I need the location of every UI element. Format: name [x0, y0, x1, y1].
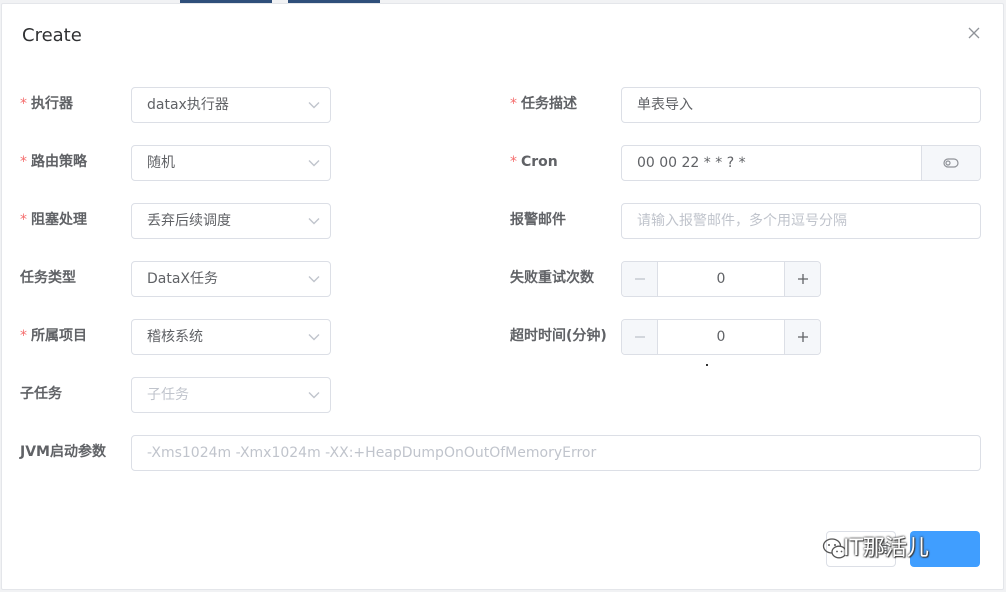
timeout-label: 超时时间(分钟) [510, 328, 607, 344]
task-type-label: 任务类型 [20, 270, 76, 286]
cron-input[interactable]: 00 00 22 * * ? * [621, 145, 981, 181]
route-label: * 路由策略 [20, 154, 87, 170]
cron-label: * Cron [510, 154, 558, 170]
subtask-select[interactable]: 子任务 [131, 377, 331, 413]
retry-stepper[interactable]: 0 [621, 261, 821, 297]
cron-generator-button[interactable] [921, 146, 980, 180]
jvm-placeholder: -Xms1024m -Xmx1024m -XX:+HeapDumpOnOutOf… [147, 445, 597, 461]
dialog-title: Create [22, 25, 82, 46]
task-type-select[interactable]: DataX任务 [131, 261, 331, 297]
project-value: 稽核系统 [147, 329, 203, 345]
block-select[interactable]: 丢弃后续调度 [131, 203, 331, 239]
cron-value: 00 00 22 * * ? * [637, 155, 746, 171]
alarm-placeholder: 请输入报警邮件，多个用逗号分隔 [637, 213, 847, 229]
plus-icon [797, 332, 808, 342]
alarm-label: 报警邮件 [510, 212, 566, 228]
chevron-down-icon [308, 218, 320, 225]
timeout-increment-button[interactable] [784, 320, 820, 354]
desc-input[interactable]: 单表导入 [621, 87, 981, 123]
route-select[interactable]: 随机 [131, 145, 331, 181]
minus-icon [634, 278, 645, 280]
close-icon [968, 27, 980, 39]
route-value: 随机 [147, 155, 175, 171]
desc-value: 单表导入 [637, 97, 693, 113]
project-select[interactable]: 稽核系统 [131, 319, 331, 355]
minus-icon [634, 336, 645, 338]
jvm-label: JVM启动参数 [20, 444, 106, 460]
task-type-value: DataX任务 [147, 271, 219, 287]
chevron-down-icon [308, 392, 320, 399]
close-button[interactable] [960, 19, 988, 47]
timeout-stepper[interactable]: 0 [621, 319, 821, 355]
subtask-placeholder: 子任务 [147, 387, 189, 403]
retry-decrement-button[interactable] [622, 262, 658, 296]
retry-value[interactable]: 0 [658, 262, 784, 296]
subtask-label: 子任务 [20, 386, 62, 402]
chevron-down-icon [308, 102, 320, 109]
timeout-value[interactable]: 0 [658, 320, 784, 354]
timeout-decrement-button[interactable] [622, 320, 658, 354]
desc-label: * 任务描述 [510, 96, 577, 112]
retry-label: 失败重试次数 [510, 270, 594, 286]
alarm-input[interactable]: 请输入报警邮件，多个用逗号分隔 [621, 203, 981, 239]
stray-dot [706, 364, 708, 366]
executor-select[interactable]: datax执行器 [131, 87, 331, 123]
toggle-icon [943, 158, 959, 168]
jvm-input[interactable]: -Xms1024m -Xmx1024m -XX:+HeapDumpOnOutOf… [131, 435, 981, 471]
plus-icon [797, 274, 808, 284]
block-label: * 阻塞处理 [20, 212, 87, 228]
executor-label: * 执行器 [20, 96, 73, 112]
chevron-down-icon [308, 276, 320, 283]
chevron-down-icon [308, 334, 320, 341]
retry-increment-button[interactable] [784, 262, 820, 296]
project-label: * 所属项目 [20, 328, 87, 344]
block-value: 丢弃后续调度 [147, 213, 231, 229]
executor-value: datax执行器 [147, 97, 229, 113]
chevron-down-icon [308, 160, 320, 167]
watermark-text: IT那活儿 [843, 536, 929, 561]
